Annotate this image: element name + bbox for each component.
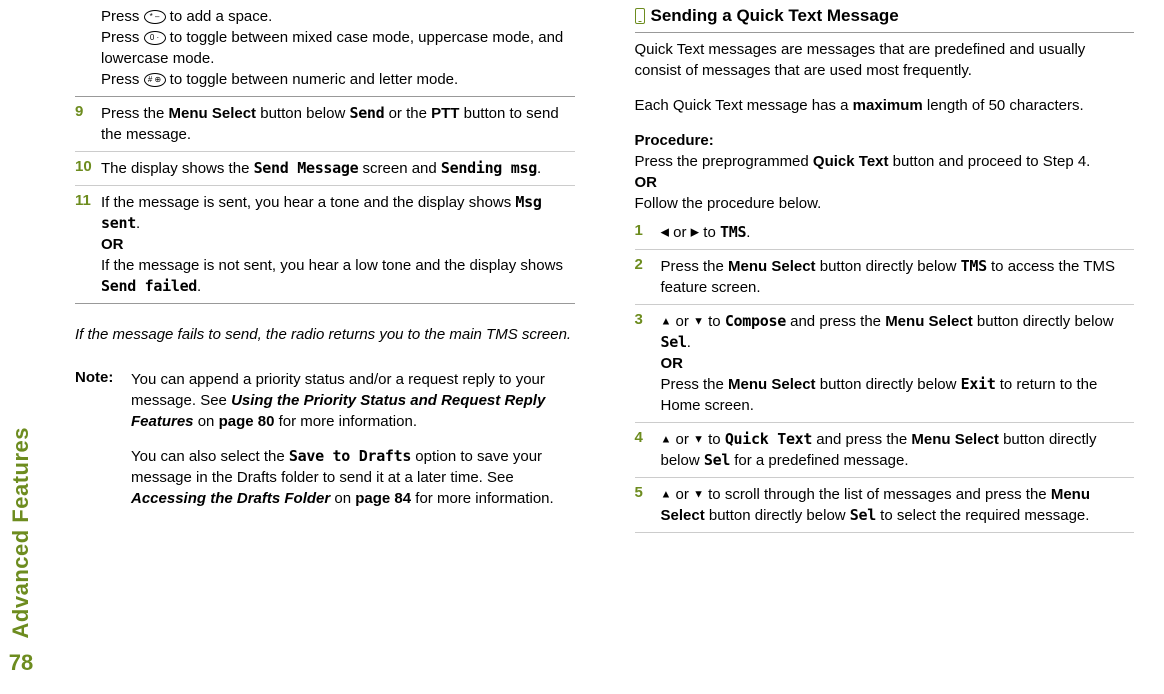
intro-paragraph-1: Quick Text messages are messages that ar…	[635, 39, 1135, 81]
hash-key-icon: # ⊕	[144, 73, 166, 87]
step-number: 5	[635, 484, 661, 526]
note-label: Note:	[75, 369, 131, 509]
note-body: You can append a priority status and/or …	[131, 369, 575, 509]
divider	[635, 422, 1135, 423]
note-block: Note: You can append a priority status a…	[75, 369, 575, 509]
divider	[75, 151, 575, 152]
intro-line-3: Press # ⊕ to toggle between numeric and …	[101, 69, 575, 90]
procedure-follow: Follow the procedure below.	[635, 193, 1135, 214]
or-label: OR	[635, 172, 1135, 193]
step-number: 10	[75, 158, 101, 179]
divider	[635, 532, 1135, 533]
note-paragraph-2: You can also select the Save to Drafts o…	[131, 446, 575, 509]
section-title: Sending a Quick Text Message	[651, 6, 899, 26]
divider	[75, 96, 575, 97]
up-arrow-icon: ▲	[661, 433, 672, 445]
star-key-icon: * –	[144, 10, 166, 24]
intro-paragraph-2: Each Quick Text message has a maximum le…	[635, 95, 1135, 116]
sidebar: Advanced Features 78	[8, 427, 34, 676]
step-10: 10 The display shows the Send Message sc…	[75, 158, 575, 179]
step-body: ◀ or ▶ to TMS.	[661, 222, 1135, 243]
step-body: If the message is sent, you hear a tone …	[101, 192, 575, 297]
step-body: ▲ or ▼ to Quick Text and press the Menu …	[661, 429, 1135, 471]
divider	[635, 32, 1135, 33]
step-number: 4	[635, 429, 661, 471]
section-label: Advanced Features	[8, 427, 34, 638]
right-arrow-icon: ▶	[691, 226, 699, 238]
down-arrow-icon: ▼	[693, 488, 704, 500]
divider	[635, 249, 1135, 250]
divider	[635, 477, 1135, 478]
divider	[75, 185, 575, 186]
section-header: Sending a Quick Text Message	[635, 6, 1135, 26]
step-body: Press the Menu Select button below Send …	[101, 103, 575, 145]
step-number: 9	[75, 103, 101, 145]
down-arrow-icon: ▼	[693, 315, 704, 327]
left-column: Press * – to add a space. Press 0 · to t…	[75, 6, 575, 539]
intro-line-2: Press 0 · to toggle between mixed case m…	[101, 27, 575, 69]
down-arrow-icon: ▼	[693, 433, 704, 445]
step-9: 9 Press the Menu Select button below Sen…	[75, 103, 575, 145]
step-4: 4 ▲ or ▼ to Quick Text and press the Men…	[635, 429, 1135, 471]
content-columns: Press * – to add a space. Press 0 · to t…	[75, 6, 1134, 539]
step-body: ▲ or ▼ to scroll through the list of mes…	[661, 484, 1135, 526]
phone-icon	[635, 8, 645, 24]
right-column: Sending a Quick Text Message Quick Text …	[635, 6, 1135, 539]
step-body: The display shows the Send Message scree…	[101, 158, 575, 179]
procedure-intro: Press the preprogrammed Quick Text butto…	[635, 151, 1135, 172]
step-number: 3	[635, 311, 661, 416]
left-arrow-icon: ◀	[661, 226, 669, 238]
procedure-label: Procedure:	[635, 130, 1135, 151]
divider	[635, 304, 1135, 305]
step-number: 1	[635, 222, 661, 243]
page-number: 78	[9, 650, 33, 676]
zero-key-icon: 0 ·	[144, 31, 166, 45]
step-5: 5 ▲ or ▼ to scroll through the list of m…	[635, 484, 1135, 526]
step-number: 11	[75, 192, 101, 297]
step-1: 1 ◀ or ▶ to TMS.	[635, 222, 1135, 243]
step-body: Press the Menu Select button directly be…	[661, 256, 1135, 298]
intro-line-1: Press * – to add a space.	[101, 6, 575, 27]
fail-note: If the message fails to send, the radio …	[75, 324, 575, 345]
note-paragraph-1: You can append a priority status and/or …	[131, 369, 575, 432]
step-body: ▲ or ▼ to Compose and press the Menu Sel…	[661, 311, 1135, 416]
step-3: 3 ▲ or ▼ to Compose and press the Menu S…	[635, 311, 1135, 416]
step-2: 2 Press the Menu Select button directly …	[635, 256, 1135, 298]
step-number: 2	[635, 256, 661, 298]
up-arrow-icon: ▲	[661, 315, 672, 327]
up-arrow-icon: ▲	[661, 488, 672, 500]
divider	[75, 303, 575, 304]
step-11: 11 If the message is sent, you hear a to…	[75, 192, 575, 297]
